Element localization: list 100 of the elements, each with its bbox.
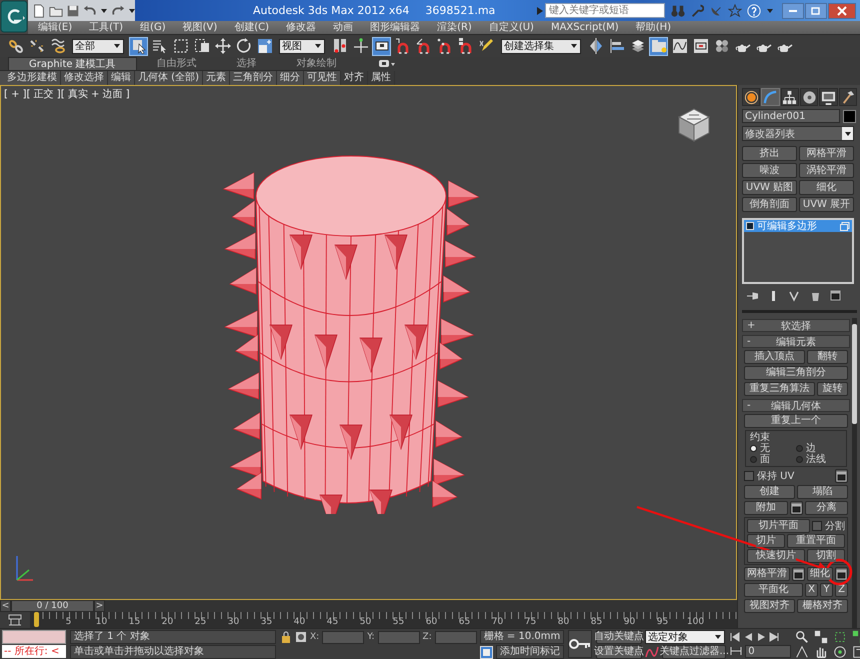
pan-hand-icon[interactable]: [814, 644, 828, 658]
time-slider-track[interactable]: < 0 / 100 >: [0, 600, 737, 612]
color-swatch[interactable]: [843, 110, 856, 122]
list-cursor-icon[interactable]: [152, 38, 168, 54]
stack-entry[interactable]: 可编辑多边形: [744, 220, 852, 232]
panel-button[interactable]: 分离: [804, 501, 848, 515]
rollout-header[interactable]: - 编辑元素: [742, 335, 850, 348]
orbit-icon[interactable]: [833, 644, 848, 658]
auto-key-button[interactable]: 自动关键点: [596, 630, 642, 644]
panel-button[interactable]: 创建: [744, 485, 795, 499]
command-panel-tab[interactable]: [838, 88, 857, 106]
radio-button[interactable]: 法线: [796, 454, 842, 465]
scale-icon[interactable]: [256, 38, 272, 54]
caret-icon[interactable]: [766, 6, 774, 14]
ribbon-tab[interactable]: Graphite 建模工具: [8, 57, 137, 70]
zoom-extents-icon[interactable]: [833, 630, 848, 644]
wave-icon[interactable]: [50, 38, 66, 54]
radio-button[interactable]: 无: [750, 443, 796, 454]
time-tag-icon[interactable]: [480, 646, 494, 658]
curve-icon[interactable]: [645, 646, 660, 658]
menu-item[interactable]: 图形编辑器: [370, 21, 420, 34]
checkbox[interactable]: 保持 UV: [744, 469, 833, 483]
help-icon[interactable]: [747, 4, 761, 18]
key-target-dropdown[interactable]: 选定对象: [645, 630, 726, 644]
menu-item[interactable]: 编辑(E): [38, 21, 72, 34]
panel-button[interactable]: 附加: [744, 501, 788, 515]
lock-icon[interactable]: [280, 631, 292, 643]
panel-button[interactable]: 平面化: [744, 583, 803, 597]
menu-item[interactable]: 动画: [333, 21, 354, 34]
menu-item[interactable]: 帮助(H): [636, 21, 672, 34]
radio-button[interactable]: 边: [796, 443, 842, 454]
play-icon[interactable]: [756, 632, 766, 642]
next-frame-icon[interactable]: [769, 632, 780, 642]
bucket-icon[interactable]: [809, 290, 821, 302]
new-file-icon[interactable]: [32, 4, 46, 18]
settings-button[interactable]: [835, 567, 848, 581]
panel-button[interactable]: 切片平面: [747, 519, 810, 533]
save-icon[interactable]: [66, 4, 80, 18]
scrollbar[interactable]: [852, 318, 857, 628]
modifier-button[interactable]: 网格平滑: [799, 146, 854, 161]
menu-item[interactable]: 创建(C): [234, 21, 270, 34]
rollout-header[interactable]: - 编辑几何体: [742, 399, 850, 412]
menu-item[interactable]: 视图(V): [182, 21, 218, 34]
command-panel-tab[interactable]: [819, 88, 838, 106]
schematic-icon[interactable]: [692, 38, 708, 54]
search-field[interactable]: 键入关键字或短语: [545, 3, 665, 18]
caret-icon[interactable]: [100, 6, 108, 14]
ribbon-tab[interactable]: 自由形式: [136, 57, 217, 70]
coordinate-field[interactable]: [434, 630, 477, 644]
settings-button[interactable]: [835, 469, 848, 483]
panel-button[interactable]: 栅格对齐: [797, 599, 848, 613]
snap-magnet-icon[interactable]: [394, 38, 410, 54]
pin-icon[interactable]: [746, 290, 758, 302]
move-icon[interactable]: [214, 38, 230, 54]
skip-start-icon[interactable]: [730, 632, 740, 642]
fork-icon[interactable]: [788, 290, 800, 302]
selection-mode-icon[interactable]: [295, 631, 307, 643]
menu-item[interactable]: 渲染(R): [437, 21, 472, 34]
menu-item[interactable]: 修改器: [286, 21, 316, 34]
curve-editor-icon[interactable]: [672, 38, 688, 54]
ribbon-tab[interactable]: 对象绘制: [276, 57, 357, 70]
zoom-icon[interactable]: [795, 630, 810, 644]
panel-button[interactable]: 切割: [807, 549, 845, 563]
app-logo-icon[interactable]: [0, 0, 28, 34]
percent-snap-icon[interactable]: [436, 38, 452, 54]
key-filters-button[interactable]: 关键点过滤器...: [662, 645, 726, 659]
panel-button[interactable]: 翻转: [807, 350, 848, 364]
panel-button[interactable]: 细化: [807, 567, 833, 581]
track-bar-icon[interactable]: [8, 614, 22, 626]
modifier-button[interactable]: 倒角剖面: [742, 197, 797, 212]
cursor-icon[interactable]: [130, 38, 146, 54]
dropdown[interactable]: 创建选择集: [501, 38, 581, 54]
material-spheres-icon[interactable]: [714, 38, 730, 54]
pivot-icon[interactable]: [332, 38, 348, 54]
modifier-button[interactable]: 细化: [799, 180, 854, 195]
panel-button[interactable]: 视图对齐: [744, 599, 795, 613]
undo-icon[interactable]: [83, 4, 97, 18]
command-panel-tab[interactable]: [742, 88, 760, 106]
settings-button[interactable]: [790, 501, 802, 515]
binoculars-icon[interactable]: [671, 4, 685, 18]
star-icon[interactable]: [728, 4, 742, 18]
viewport-label[interactable]: [ + ][ 正交 ][ 真实 + 边面 ]: [4, 87, 130, 101]
dropdown[interactable]: 视图: [279, 38, 325, 54]
minimize-button[interactable]: [782, 2, 804, 18]
wrench-icon[interactable]: [690, 4, 704, 18]
coordinate-field[interactable]: [322, 630, 364, 644]
menu-item[interactable]: 自定义(U): [488, 21, 534, 34]
menu-item[interactable]: 组(G): [140, 21, 166, 34]
listener-input[interactable]: [2, 630, 66, 644]
timeline-ruler[interactable]: 5 10 15 20 25 30 35 40 45 50 55 60 65 70 75 80 85 90 95 100: [30, 612, 737, 628]
redo-icon[interactable]: [111, 4, 125, 18]
caret-icon[interactable]: [128, 6, 136, 14]
align-icon[interactable]: [608, 38, 624, 54]
chain-link-icon[interactable]: [8, 38, 24, 54]
panel-button[interactable]: 重复上一个: [744, 414, 848, 428]
modifier-button[interactable]: UVW 展开: [799, 197, 854, 212]
field-of-view-icon[interactable]: [795, 644, 810, 658]
broken-chain-icon[interactable]: [28, 38, 44, 54]
close-button[interactable]: [828, 2, 856, 18]
window-icon[interactable]: [830, 290, 842, 302]
